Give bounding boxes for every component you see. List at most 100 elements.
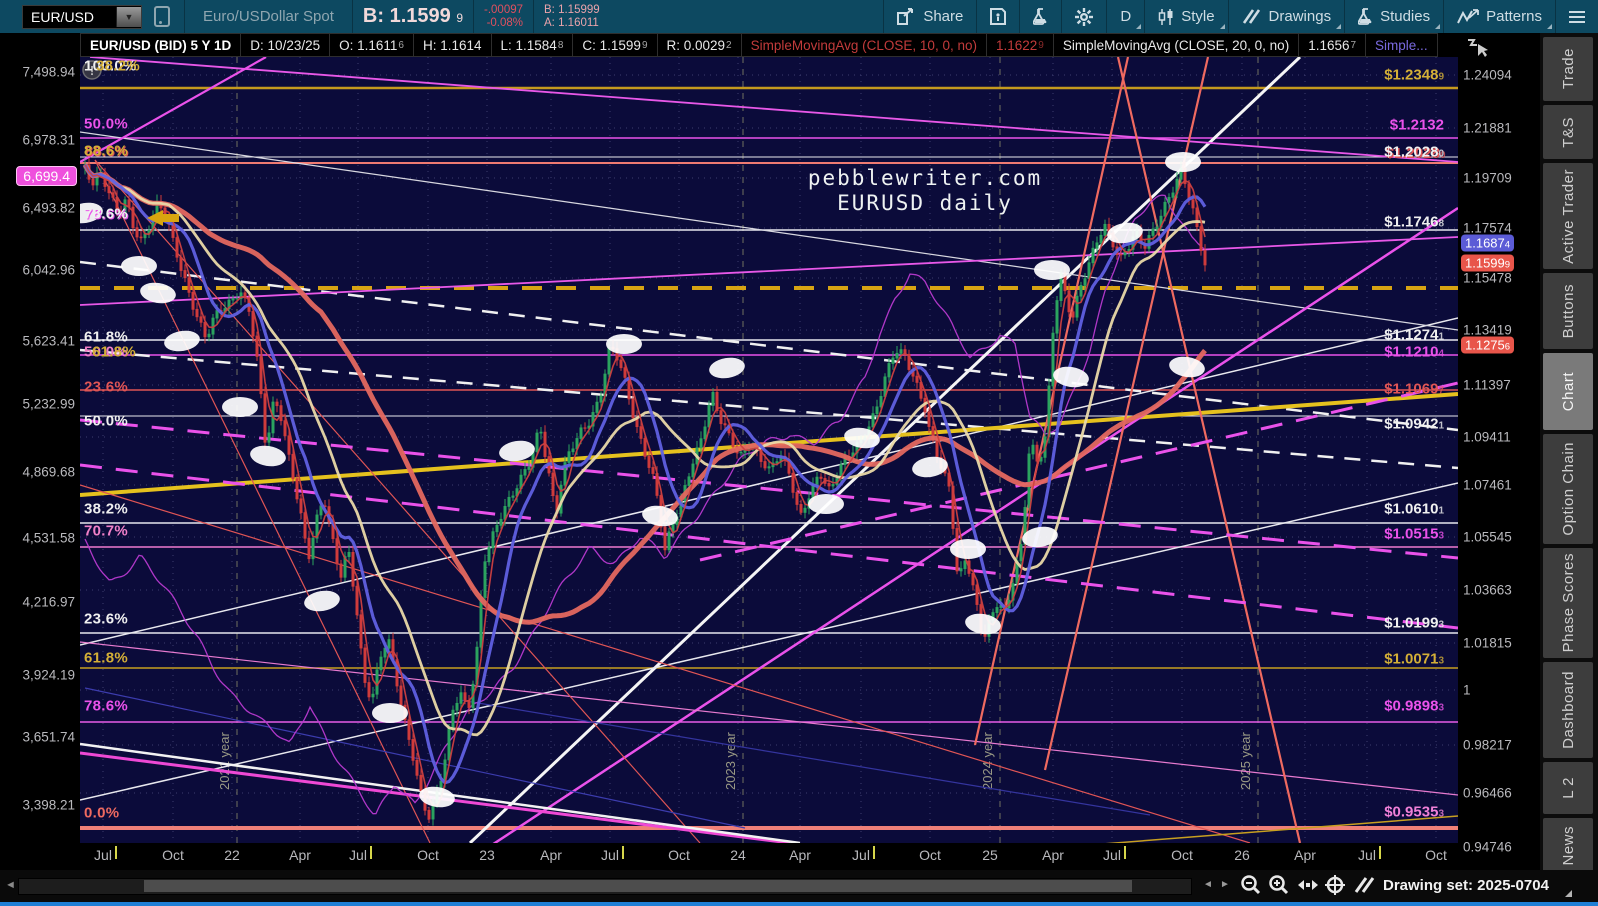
note-icon	[990, 8, 1007, 25]
pan-mode-button[interactable]	[1324, 874, 1346, 901]
price-target-label: $1.12741	[1384, 326, 1444, 344]
left-axis-label: 4,531.58	[22, 530, 75, 546]
net-change: -.00097	[484, 3, 524, 16]
fib-level-label: 78.6%	[84, 205, 129, 223]
time-axis-label: Jul	[349, 847, 367, 863]
chart-title: EUR/USD (BID) 5 Y 1D	[80, 33, 242, 57]
sidebar-tab-phase-scores[interactable]: Phase Scores	[1543, 548, 1593, 658]
fib-level-label: 23.6%	[84, 378, 129, 396]
beaker-button[interactable]	[1020, 0, 1061, 33]
drawings-shortcut-icon[interactable]	[1352, 874, 1376, 901]
sidebar-tab-dashboard[interactable]: Dashboard	[1543, 662, 1593, 758]
left-price-axis[interactable]: 7,498.94 6,978.31 6,493.82 6,042.96 5,623.41…	[0, 57, 80, 843]
right-axis-label: 1.11397	[1463, 377, 1511, 393]
price-badge: 1.15999	[1461, 254, 1515, 272]
time-axis[interactable]: Jul Oct 22 Apr Jul Oct 23 Apr Jul Oct 24 Apr Jul Oct 2…	[80, 843, 1458, 870]
price-target-label: $1.05153	[1384, 525, 1444, 543]
time-axis-label: Apr	[1294, 847, 1316, 863]
flask-icon	[1033, 8, 1048, 25]
settings-button[interactable]	[1062, 0, 1106, 33]
patterns-icon	[1457, 8, 1480, 25]
chart-link-icon[interactable]	[154, 6, 170, 27]
timeframe-button[interactable]: D	[1107, 0, 1144, 33]
right-axis-label: 0.94746	[1463, 839, 1512, 855]
pan-left-button[interactable]: ◄	[1203, 879, 1213, 890]
menu-button[interactable]	[1556, 0, 1598, 33]
time-axis-label: Oct	[162, 847, 184, 863]
style-button[interactable]: Style	[1145, 0, 1227, 33]
pan-right-button[interactable]: ►	[1220, 879, 1230, 890]
drawing-set-label[interactable]: Drawing set: 2025-0704	[1383, 877, 1549, 894]
drawings-button[interactable]: Drawings	[1229, 0, 1345, 33]
window-bottom-border	[0, 902, 1598, 906]
chart-scrollbar[interactable]	[18, 878, 1192, 895]
left-axis-label: 6,042.96	[22, 262, 75, 278]
fib-level-label: 70.7%	[84, 522, 129, 540]
auto-scale-button[interactable]	[1296, 874, 1320, 901]
time-axis-label: 26	[1234, 847, 1250, 863]
patterns-button[interactable]: Patterns	[1444, 0, 1555, 33]
price-badge: 1.12756	[1461, 336, 1515, 354]
scroll-left-arrow[interactable]: ◄	[5, 879, 16, 891]
right-price-axis[interactable]: 1.24094 1.21881 1.19709 1.17574 1.15478 1.134…	[1458, 33, 1540, 870]
time-axis-label: 23	[479, 847, 495, 863]
right-axis-label: 1.17574	[1463, 220, 1512, 236]
studies-label: Studies	[1380, 8, 1431, 25]
drawings-icon	[1242, 8, 1262, 25]
sidebar-tab-option-chain[interactable]: Option Chain	[1543, 434, 1593, 544]
study-value: 1.1656 7	[1299, 33, 1367, 57]
ask-full: A: 1.16011	[544, 16, 599, 29]
study-value: 1.1622 9	[986, 33, 1054, 57]
price-chart[interactable]: 2021 year 2023 year 2024 year 2025 year! peb…	[67, 55, 1459, 868]
percent-change: -0.08%	[486, 16, 524, 29]
bottom-toolbar: ◄ ◄ ► Drawing set: 2025-0704	[0, 870, 1598, 902]
top-toolbar: EUR/USD ▼ Euro/USDollar Spot B: 1.1599 9…	[0, 0, 1598, 33]
bid-full: B: 1.15999	[544, 3, 600, 16]
candle-icon	[1158, 8, 1174, 26]
left-axis-label: 6,978.31	[22, 132, 75, 148]
right-axis-label: 1.01815	[1463, 635, 1512, 651]
chevron-down-icon	[1336, 24, 1342, 29]
sidebar-tab-t-s[interactable]: T&S	[1543, 105, 1593, 159]
symbol-dropdown-button[interactable]: ▼	[116, 6, 141, 27]
fib-level-label: 78.6%	[84, 697, 129, 715]
drawing-set-caret[interactable]	[1565, 890, 1572, 897]
symbol-value: EUR/USD	[31, 8, 95, 25]
chart-canvas[interactable]: 2021 year 2023 year 2024 year 2025 year!peb…	[67, 55, 1459, 868]
study-label: SimpleMovingAvg (CLOSE, 10, 0, no)	[741, 33, 987, 57]
cursor-style-icon[interactable]	[1466, 36, 1492, 65]
time-axis-label: Jul	[852, 847, 870, 863]
fib-level-label: 61.8%	[92, 343, 137, 361]
price-target-label: $1.20280	[1384, 143, 1444, 161]
study-label: SimpleMovingAvg (CLOSE, 20, 0, no)	[1053, 33, 1300, 57]
symbol-input[interactable]: EUR/USD ▼	[22, 4, 142, 29]
ohlc-field: R: 0.0029 2	[657, 33, 742, 57]
sidebar-tab-trade[interactable]: Trade	[1543, 37, 1593, 101]
chart-header-strip: EUR/USD (BID) 5 Y 1D D: 10/23/25 O: 1.1611…	[0, 33, 1598, 57]
price-target-label: $1.10697	[1384, 380, 1444, 398]
zoom-out-button[interactable]	[1240, 874, 1262, 901]
july-tick	[115, 846, 117, 859]
zoom-in-button[interactable]	[1268, 874, 1290, 901]
price-badge: 1.16874	[1461, 234, 1515, 252]
sidebar-tab-active-trader[interactable]: Active Trader	[1543, 163, 1593, 269]
sidebar-tab-news[interactable]: News	[1543, 818, 1593, 874]
price-target-label: $1.09421	[1384, 415, 1444, 433]
bid-ask-block: B: 1.15999 A: 1.16011	[534, 4, 610, 30]
right-axis-label: 0.96466	[1463, 785, 1512, 801]
chevron-down-icon	[1435, 24, 1441, 29]
notes-button[interactable]	[977, 0, 1019, 33]
scrollbar-thumb[interactable]	[144, 880, 1132, 892]
studies-button[interactable]: Studies	[1345, 0, 1443, 33]
chevron-down-icon	[1219, 24, 1225, 29]
share-icon	[897, 8, 916, 25]
left-axis-label: 4,869.68	[22, 464, 75, 480]
chevron-down-icon	[1547, 24, 1552, 29]
ohlc-field: L: 1.1584 8	[491, 33, 574, 57]
price-target-label: $1.2132	[1389, 116, 1444, 134]
sidebar-tab-l-2[interactable]: L 2	[1543, 762, 1593, 814]
sidebar-tab-buttons[interactable]: Buttons	[1543, 273, 1593, 349]
time-axis-label: Oct	[417, 847, 439, 863]
share-button[interactable]: Share	[884, 0, 976, 33]
sidebar-tab-chart[interactable]: Chart	[1543, 353, 1593, 430]
